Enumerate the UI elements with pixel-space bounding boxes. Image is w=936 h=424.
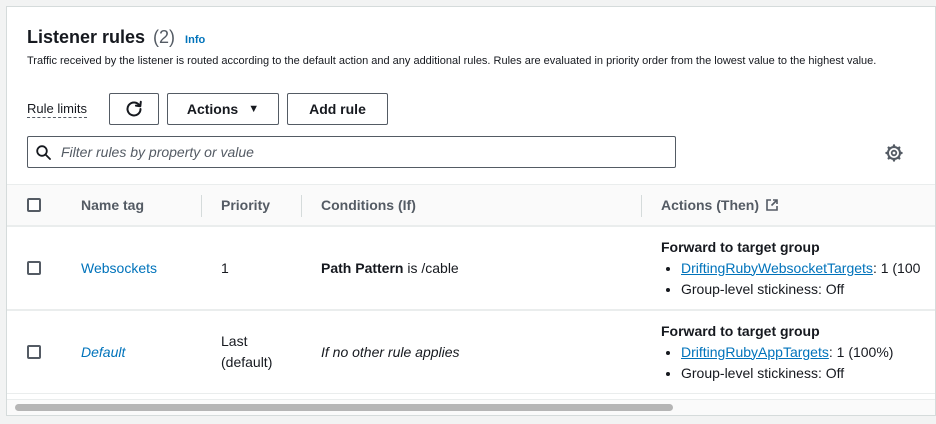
- target-group-link[interactable]: DriftingRubyWebsocketTargets: [681, 260, 873, 276]
- condition-value: is /cable: [403, 260, 459, 276]
- table-header-row: Name tag Priority Conditions (If) Action…: [7, 184, 935, 226]
- actions-label: Actions: [186, 101, 239, 117]
- row-checkbox[interactable]: [27, 345, 41, 359]
- column-divider: [641, 195, 642, 217]
- conditions-cell: If no other rule applies: [321, 311, 460, 393]
- gear-icon[interactable]: [885, 144, 903, 162]
- add-rule-button[interactable]: Add rule: [286, 93, 388, 125]
- column-header-priority[interactable]: Priority: [221, 185, 270, 225]
- stickiness-item: Group-level stickiness: Off: [681, 363, 893, 384]
- target-group-item: DriftingRubyWebsocketTargets: 1 (100: [681, 258, 920, 279]
- condition-default-text: If no other rule applies: [321, 344, 460, 360]
- actions-cell: Forward to target group DriftingRubyAppT…: [661, 311, 893, 393]
- actions-block: Forward to target group DriftingRubyWebs…: [661, 237, 920, 300]
- panel-header: Listener rules (2) Info Traffic received…: [27, 27, 915, 69]
- horizontal-scrollbar-thumb[interactable]: [15, 404, 673, 411]
- listener-rules-panel: Listener rules (2) Info Traffic received…: [6, 6, 936, 416]
- rules-count: (2): [153, 27, 176, 47]
- priority-cell: Last (default): [221, 311, 272, 393]
- select-all-cell: [27, 185, 41, 225]
- actions-block: Forward to target group DriftingRubyAppT…: [661, 321, 893, 384]
- rules-table: Name tag Priority Conditions (If) Action…: [7, 184, 935, 394]
- actions-cell: Forward to target group DriftingRubyWebs…: [661, 227, 920, 309]
- table-row: Default Last (default) If no other rule …: [7, 310, 935, 394]
- toolbar: Rule limits Actions ▼ Add rule: [27, 93, 388, 125]
- select-all-checkbox[interactable]: [27, 198, 41, 212]
- row-select-cell: [27, 227, 41, 309]
- refresh-button[interactable]: [108, 93, 159, 125]
- priority-value: Last (default): [221, 331, 272, 373]
- condition-type: Path Pattern: [321, 260, 404, 276]
- conditions-cell: Path Pattern is /cable: [321, 227, 459, 309]
- action-title: Forward to target group: [661, 238, 820, 255]
- title-row: Listener rules (2) Info: [27, 27, 915, 48]
- rule-limits-link[interactable]: Rule limits: [27, 101, 87, 118]
- name-cell: Websockets: [81, 227, 157, 309]
- column-header-actions[interactable]: Actions (Then): [661, 185, 779, 225]
- action-details: DriftingRubyWebsocketTargets: 1 (100 Gro…: [661, 258, 920, 300]
- row-select-cell: [27, 311, 41, 393]
- rule-name-link[interactable]: Websockets: [81, 260, 157, 276]
- priority-line: (default): [221, 354, 273, 370]
- stickiness-item: Group-level stickiness: Off: [681, 279, 920, 300]
- page-title: Listener rules: [27, 27, 146, 47]
- filter-input[interactable]: [59, 143, 649, 161]
- external-link-icon: [766, 199, 778, 211]
- rule-name-link[interactable]: Default: [81, 344, 125, 360]
- caret-down-icon: ▼: [248, 103, 260, 115]
- panel-description: Traffic received by the listener is rout…: [27, 55, 877, 67]
- priority-cell: 1: [221, 227, 229, 309]
- refresh-icon: [126, 100, 142, 117]
- column-header-conditions[interactable]: Conditions (If): [321, 185, 416, 225]
- filter-field[interactable]: [27, 136, 676, 168]
- column-divider: [201, 195, 202, 217]
- table-row: Websockets 1 Path Pattern is /cable Forw…: [7, 226, 935, 310]
- priority-line: Last: [221, 333, 248, 349]
- column-header-actions-label: Actions (Then): [661, 197, 759, 213]
- column-divider: [301, 195, 302, 217]
- info-link[interactable]: Info: [185, 34, 205, 46]
- action-title: Forward to target group: [661, 322, 820, 339]
- target-group-link[interactable]: DriftingRubyAppTargets: [681, 344, 829, 360]
- target-weight: : 1 (100%): [828, 343, 894, 360]
- action-details: DriftingRubyAppTargets: 1 (100%) Group-l…: [661, 342, 893, 384]
- name-cell: Default: [81, 311, 125, 393]
- search-icon: [36, 144, 51, 160]
- target-group-item: DriftingRubyAppTargets: 1 (100%): [681, 342, 893, 363]
- target-weight: : 1 (100: [872, 259, 921, 276]
- row-checkbox[interactable]: [27, 261, 41, 275]
- actions-dropdown-button[interactable]: Actions ▼: [166, 93, 279, 125]
- column-header-name-tag[interactable]: Name tag: [81, 185, 144, 225]
- priority-value: 1: [221, 259, 229, 276]
